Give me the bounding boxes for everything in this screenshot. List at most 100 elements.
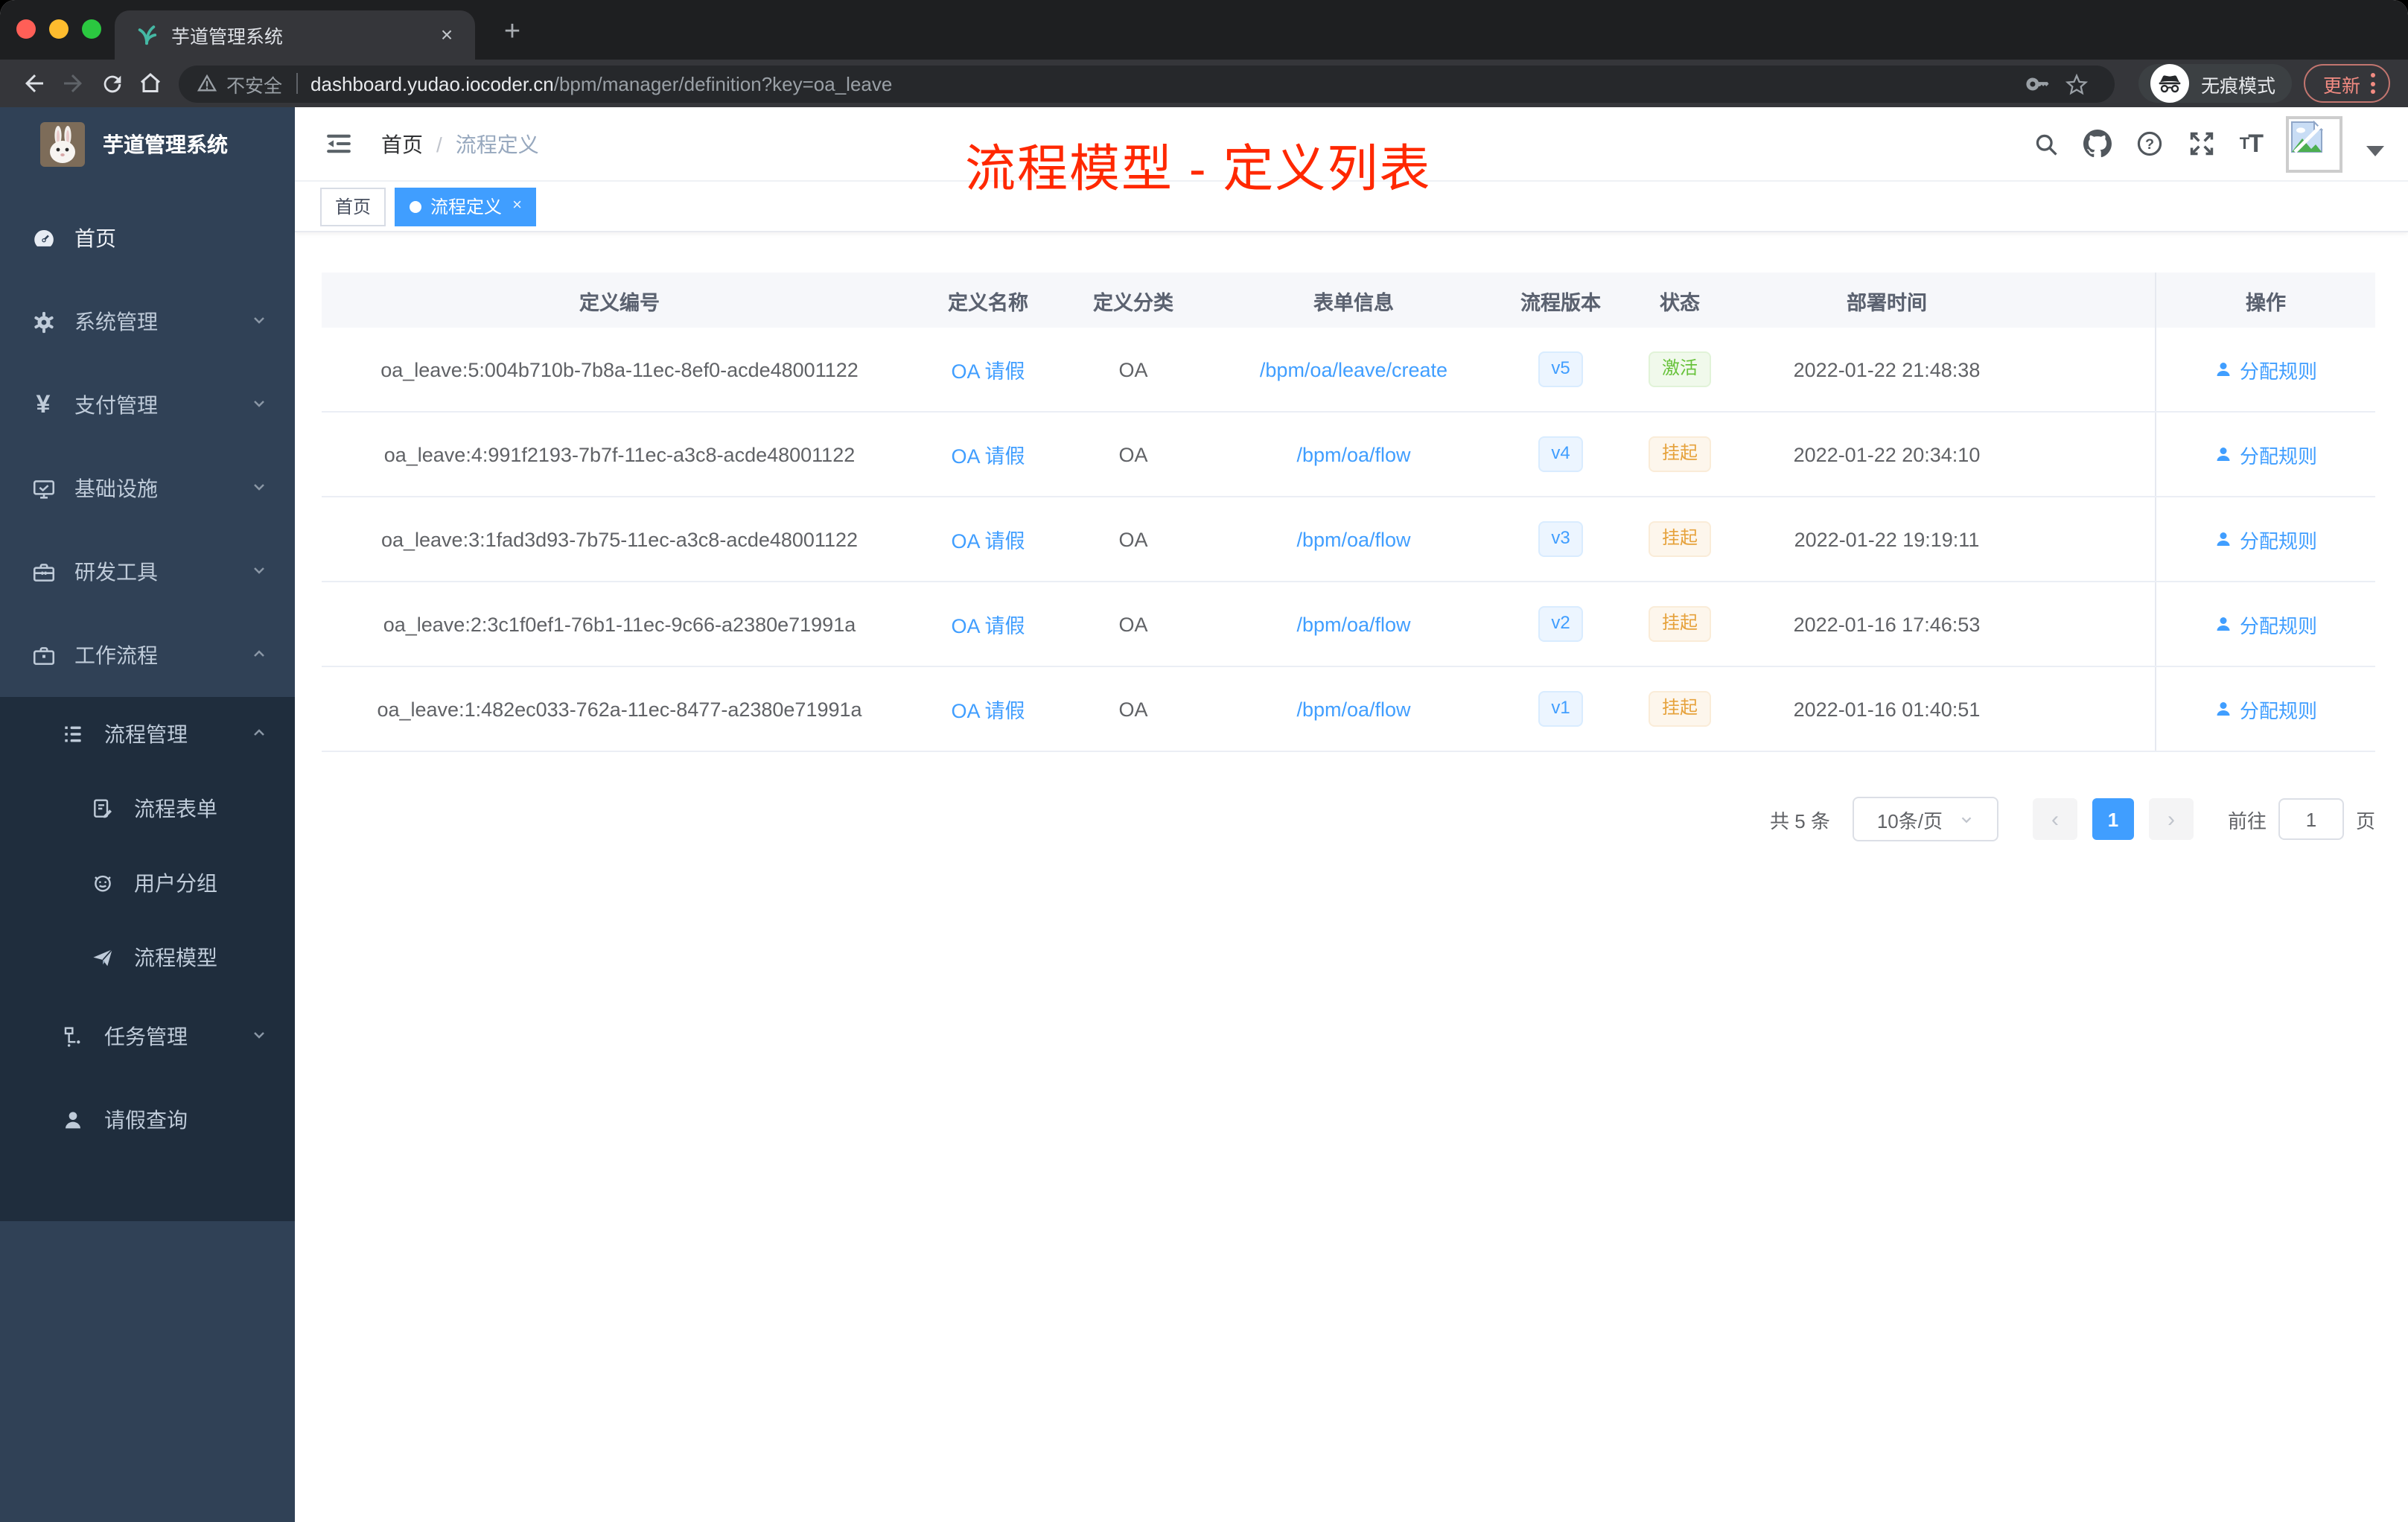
sidebar-item-label: 系统管理 <box>74 310 158 334</box>
svg-text:?: ? <box>2145 136 2154 153</box>
col-header-actions: 操作 <box>2155 273 2375 328</box>
goto-page-input[interactable] <box>2278 798 2344 840</box>
assign-rule-button[interactable]: 分配规则 <box>2214 525 2317 553</box>
tab-close-icon[interactable]: × <box>433 22 460 48</box>
github-icon[interactable] <box>2083 130 2112 158</box>
sidebar-item-user-group[interactable]: 用户分组 <box>0 846 295 920</box>
definition-name-link[interactable]: OA 请假 <box>951 439 1025 469</box>
table-row: oa_leave:3:1fad3d93-7b75-11ec-a3c8-acde4… <box>322 497 2375 582</box>
next-page-button[interactable]: › <box>2148 798 2194 840</box>
page-size-select[interactable]: 10条/页 <box>1852 797 1998 841</box>
form-link[interactable]: /bpm/oa/flow <box>1296 698 1410 720</box>
form-link[interactable]: /bpm/oa/flow <box>1296 528 1410 550</box>
col-header-form: 表单信息 <box>1313 291 1394 313</box>
forward-button[interactable] <box>54 64 92 103</box>
sidebar-item-leave-query[interactable]: 请假查询 <box>0 1078 295 1162</box>
definition-id: oa_leave:3:1fad3d93-7b75-11ec-a3c8-acde4… <box>380 528 858 550</box>
sidebar-item-label: 用户分组 <box>134 871 217 895</box>
url-host: dashboard.yudao.iocoder.cn <box>310 72 554 95</box>
password-key-icon[interactable] <box>2019 64 2058 103</box>
definition-name-link[interactable]: OA 请假 <box>951 524 1025 554</box>
form-link[interactable]: /bpm/oa/leave/create <box>1260 358 1447 380</box>
col-header-spacer <box>2036 273 2155 328</box>
definition-name-link[interactable]: OA 请假 <box>951 354 1025 384</box>
sidebar-item-home[interactable]: 首页 <box>0 197 295 280</box>
new-tab-button[interactable]: + <box>491 13 533 55</box>
sidebar-logo[interactable]: 芋道管理系统 <box>0 107 295 182</box>
tag-process-definition[interactable]: 流程定义 × <box>395 187 537 226</box>
total-count: 共 5 条 <box>1770 809 1830 832</box>
sidebar-item-label: 工作流程 <box>74 643 158 667</box>
page-content: 定义编号 定义名称 定义分类 表单信息 流程版本 状态 部署时间 操作 oa_l… <box>295 232 2408 1522</box>
sidebar-item-infrastructure[interactable]: 基础设施 <box>0 447 295 530</box>
page-size-value: 10条/页 <box>1876 809 1943 832</box>
main-area: 首页 / 流程定义 ? T T 首页 流程定义 × 定义编号 定义名称 定义分类… <box>295 107 2408 1522</box>
sidebar-item-system[interactable]: 系统管理 <box>0 280 295 363</box>
back-button[interactable] <box>15 64 54 103</box>
home-button[interactable] <box>131 64 170 103</box>
status-badge: 挂起 <box>1648 436 1711 472</box>
search-icon[interactable] <box>2033 130 2060 157</box>
sidebar-collapse-icon[interactable] <box>319 124 357 163</box>
address-bar[interactable]: 不安全 dashboard.yudao.iocoder.cn /bpm/mana… <box>179 65 2115 102</box>
chevron-down-icon <box>250 310 268 334</box>
user-icon <box>2217 363 2230 376</box>
sidebar-item-label: 流程模型 <box>134 946 217 969</box>
menu-kebab-icon[interactable] <box>2371 73 2375 94</box>
sidebar-item-dev-tools[interactable]: 研发工具 <box>0 530 295 614</box>
tag-close-icon[interactable]: × <box>512 197 522 214</box>
reload-button[interactable] <box>92 64 131 103</box>
avatar-caret-icon[interactable] <box>2366 146 2384 156</box>
tag-home[interactable]: 首页 <box>320 187 386 226</box>
browser-tab[interactable]: 芋道管理系统 × <box>115 10 475 60</box>
sidebar-item-process-form[interactable]: 流程表单 <box>0 771 295 846</box>
assign-rule-button[interactable]: 分配规则 <box>2214 695 2317 723</box>
sidebar-item-process-management[interactable]: 流程管理 <box>0 697 295 771</box>
font-size-icon[interactable]: TT <box>2240 129 2264 159</box>
sidebar-menu: 首页 系统管理 ¥ 支付管理 基础设施 研发工具 工作流程 流程管理 流程表单 … <box>0 182 295 1221</box>
version-badge: v2 <box>1538 606 1584 642</box>
monitor-icon <box>30 476 57 501</box>
current-page-button[interactable]: 1 <box>2092 798 2134 840</box>
breadcrumb-current: 流程定义 <box>455 132 539 156</box>
sidebar-item-label: 首页 <box>74 226 116 250</box>
definition-name-link[interactable]: OA 请假 <box>951 609 1025 639</box>
minimize-window-button[interactable] <box>49 19 69 39</box>
sidebar-item-label: 基础设施 <box>74 477 158 500</box>
stage: 芋道管理系统 × + 不安全 dashboard.yudao.iocoder.c… <box>0 0 2408 1522</box>
favicon-sprout-icon <box>138 25 157 45</box>
sidebar-item-label: 任务管理 <box>104 1025 188 1048</box>
logo-avatar <box>40 122 85 167</box>
app-root: 芋道管理系统 首页 系统管理 ¥ 支付管理 基础设施 研发工具 工作流程 流程管… <box>0 107 2408 1522</box>
assign-rule-button[interactable]: 分配规则 <box>2214 440 2317 468</box>
sidebar-item-workflow[interactable]: 工作流程 <box>0 614 295 697</box>
breadcrumb-home[interactable]: 首页 <box>381 129 423 159</box>
status-badge: 挂起 <box>1648 521 1711 557</box>
person-icon <box>60 1108 86 1132</box>
form-link[interactable]: /bpm/oa/flow <box>1296 613 1410 635</box>
assign-rule-button[interactable]: 分配规则 <box>2214 610 2317 638</box>
zoom-window-button[interactable] <box>82 19 101 39</box>
breadcrumb: 首页 / 流程定义 <box>381 129 539 159</box>
chevron-down-icon <box>250 560 268 584</box>
fullscreen-icon[interactable] <box>2188 130 2216 158</box>
close-window-button[interactable] <box>16 19 36 39</box>
security-label[interactable]: 不安全 <box>226 69 282 98</box>
form-edit-icon <box>89 797 116 821</box>
definition-name-link[interactable]: OA 请假 <box>951 694 1025 724</box>
prev-page-button[interactable]: ‹ <box>2032 798 2077 840</box>
avatar[interactable] <box>2286 115 2342 172</box>
sidebar-item-task-management[interactable]: 任务管理 <box>0 995 295 1078</box>
sidebar-item-payment[interactable]: ¥ 支付管理 <box>0 363 295 447</box>
form-link[interactable]: /bpm/oa/flow <box>1296 443 1410 465</box>
assign-rule-button[interactable]: 分配规则 <box>2214 355 2317 383</box>
sidebar-item-process-model[interactable]: 流程模型 <box>0 920 295 995</box>
screen: 芋道管理系统 × + 不安全 dashboard.yudao.iocoder.c… <box>0 0 2408 1522</box>
deploy-time: 2022-01-22 21:48:38 <box>1793 358 1981 380</box>
browser-window: 芋道管理系统 × + 不安全 dashboard.yudao.iocoder.c… <box>0 0 2408 1522</box>
goto-page: 前往 页 <box>2228 798 2375 840</box>
browser-toolbar: 不安全 dashboard.yudao.iocoder.cn /bpm/mana… <box>0 60 2408 107</box>
update-button[interactable]: 更新 <box>2303 64 2390 103</box>
help-icon[interactable]: ? <box>2135 130 2164 158</box>
bookmark-star-icon[interactable] <box>2058 64 2097 103</box>
